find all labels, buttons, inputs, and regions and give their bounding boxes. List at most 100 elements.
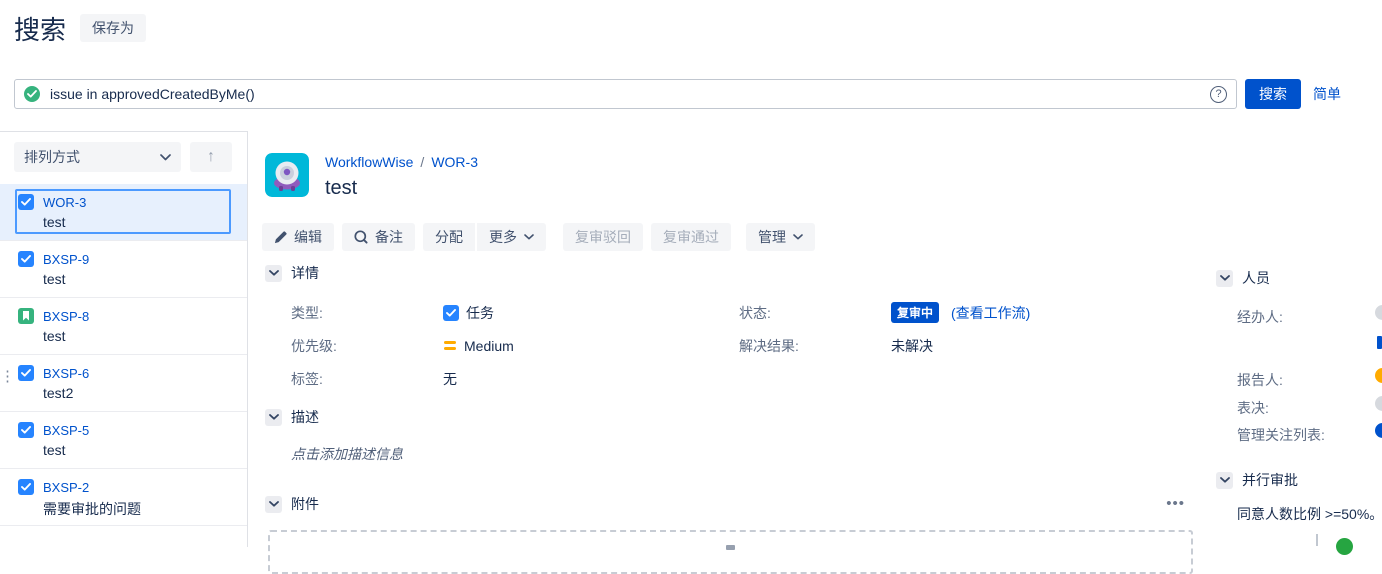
admin-label: 管理 [758, 227, 786, 247]
attachments-menu-icon[interactable]: ••• [1166, 499, 1185, 509]
description-heading: 描述 [291, 407, 319, 427]
issue-key: BXSP-2 [43, 480, 89, 495]
status-value: 复审中 (查看工作流) [891, 302, 1215, 323]
more-label: 更多 [489, 227, 517, 247]
breadcrumb-issue-link[interactable]: WOR-3 [431, 154, 478, 170]
type-value: 任务 [443, 303, 739, 323]
chevron-down-icon [269, 414, 279, 420]
reporter-avatar [1375, 368, 1382, 383]
issue-summary: test [43, 271, 233, 287]
project-avatar[interactable] [265, 153, 309, 197]
chevron-down-icon [1220, 477, 1230, 483]
collapse-description-button[interactable] [265, 409, 282, 426]
valid-query-check-icon [24, 86, 40, 102]
people-heading: 人员 [1242, 268, 1270, 288]
priority-text: Medium [464, 338, 514, 354]
chevron-down-icon [269, 270, 279, 276]
assign-to-me-link[interactable] [1377, 336, 1382, 349]
collapse-approval-button[interactable] [1216, 472, 1233, 489]
pencil-icon [274, 231, 287, 244]
priority-value: Medium [443, 338, 739, 354]
search-button[interactable]: 搜索 [1245, 79, 1301, 109]
issue-key: BXSP-6 [43, 366, 89, 381]
resolution-value: 未解决 [891, 336, 1215, 356]
edit-button[interactable]: 编辑 [262, 223, 334, 251]
collapse-attachments-button[interactable] [265, 496, 282, 513]
story-type-icon [18, 308, 34, 324]
comment-bubble-icon [354, 230, 368, 244]
panel-resize-handle[interactable]: ⋮ [0, 372, 8, 381]
view-workflow-link[interactable]: (查看工作流) [951, 303, 1030, 323]
edit-label: 编辑 [294, 227, 322, 247]
priority-label: 优先级: [291, 336, 443, 356]
list-item-bxsp-9[interactable]: BXSP-9 test [0, 241, 247, 298]
jql-search-input[interactable]: issue in approvedCreatedByMe() ? [14, 79, 1237, 109]
simple-mode-link[interactable]: 简单 [1313, 84, 1341, 104]
task-type-icon [18, 365, 34, 381]
list-item-bxsp-8[interactable]: BXSP-8 test [0, 298, 247, 355]
watchers-badge[interactable] [1375, 423, 1382, 438]
approval-heading: 并行审批 [1242, 470, 1298, 490]
description-section: 描述 点击添加描述信息 [265, 407, 1215, 464]
attachment-dropzone[interactable] [268, 530, 1193, 574]
task-type-icon [18, 251, 34, 267]
issue-summary: test [43, 214, 233, 230]
sort-by-dropdown[interactable]: 排列方式 [14, 142, 181, 172]
issue-summary: 需要审批的问题 [43, 499, 233, 519]
list-item-bxsp-6[interactable]: BXSP-6 test2 [0, 355, 247, 412]
issue-key: BXSP-5 [43, 423, 89, 438]
assign-button[interactable]: 分配 [423, 223, 475, 251]
issue-toolbar: 编辑 备注 分配 更多 复审驳回 复审通过 管理 [262, 223, 815, 251]
votes-badge[interactable] [1375, 396, 1382, 411]
people-panel: 人员 经办人: 报告人: 表决: 管理关注列表: 并行审批 同意人数比例 >=5… [1216, 130, 1382, 547]
details-heading: 详情 [291, 263, 319, 283]
sort-direction-button[interactable]: ↑ [190, 142, 232, 172]
issue-title: test [325, 177, 357, 200]
comment-button[interactable]: 备注 [342, 223, 415, 251]
labels-label: 标签: [291, 369, 443, 389]
admin-button[interactable]: 管理 [746, 223, 815, 251]
issue-summary: test2 [43, 385, 233, 401]
votes-label: 表决: [1237, 398, 1269, 418]
resolution-label: 解决结果: [739, 336, 891, 356]
chevron-down-icon [1220, 275, 1230, 281]
breadcrumb: WorkflowWise / WOR-3 [325, 154, 478, 170]
task-type-icon [18, 479, 34, 495]
attachments-heading: 附件 [291, 494, 319, 514]
save-as-button[interactable]: 保存为 [80, 14, 146, 42]
assignee-label: 经办人: [1237, 307, 1283, 327]
collapse-details-button[interactable] [265, 265, 282, 282]
list-item-wor-3[interactable]: WOR-3 test [0, 184, 247, 241]
task-type-icon [18, 194, 34, 210]
issue-key: BXSP-8 [43, 309, 89, 324]
task-type-icon [18, 422, 34, 438]
chevron-down-icon [524, 234, 534, 240]
divider [1316, 534, 1318, 546]
comment-label: 备注 [375, 227, 403, 247]
more-button[interactable]: 更多 [477, 223, 546, 251]
issue-summary: test [43, 442, 233, 458]
status-badge: 复审中 [891, 302, 939, 323]
chevron-down-icon [269, 501, 279, 507]
reporter-label: 报告人: [1237, 370, 1283, 390]
chevron-down-icon [793, 234, 803, 240]
issue-list-sidebar: 排列方式 ↑ WOR-3 test BXSP-9 test BXSP-8 [0, 131, 248, 547]
issue-summary: test [43, 328, 233, 344]
description-placeholder[interactable]: 点击添加描述信息 [291, 444, 1215, 464]
help-icon[interactable]: ? [1210, 86, 1227, 103]
priority-medium-icon [443, 339, 457, 353]
breadcrumb-project-link[interactable]: WorkflowWise [325, 154, 413, 170]
type-text: 任务 [466, 303, 494, 323]
labels-value: 无 [443, 369, 739, 389]
assignee-avatar [1375, 305, 1382, 320]
sort-by-label: 排列方式 [24, 147, 80, 167]
list-item-bxsp-5[interactable]: BXSP-5 test [0, 412, 247, 469]
details-section: 详情 类型: 任务 状态: 复审中 (查看工作流) 优先级: Medium 解决… [265, 263, 1215, 389]
issue-key: WOR-3 [43, 195, 86, 210]
status-label: 状态: [739, 303, 891, 323]
list-item-bxsp-2[interactable]: BXSP-2 需要审批的问题 [0, 469, 247, 526]
watchers-label: 管理关注列表: [1237, 425, 1325, 445]
collapse-people-button[interactable] [1216, 270, 1233, 287]
issue-key: BXSP-9 [43, 252, 89, 267]
search-row: issue in approvedCreatedByMe() ? 搜索 简单 [14, 79, 1341, 109]
